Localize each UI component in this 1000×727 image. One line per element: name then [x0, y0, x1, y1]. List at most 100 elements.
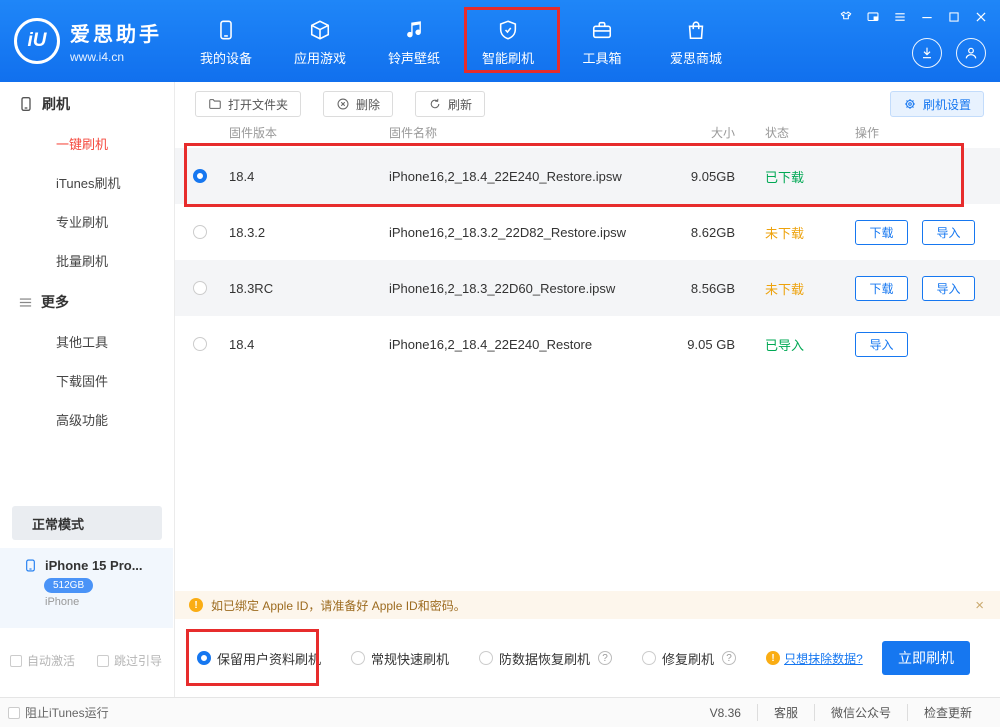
- column-size: 大小: [710, 126, 735, 140]
- radio-unselected[interactable]: [642, 651, 657, 665]
- skip-setup-checkbox[interactable]: 跳过引导: [97, 652, 162, 669]
- nav-item-mall[interactable]: 爱思商城: [664, 19, 728, 67]
- checkbox-label: 跳过引导: [114, 654, 163, 668]
- nav-label: 工具箱: [582, 51, 622, 66]
- erase-data-link[interactable]: 只想抹除数据?: [784, 650, 863, 667]
- nav-item-ringtones-wallpapers[interactable]: 铃声壁纸: [382, 19, 446, 67]
- sidebar-item-other-tools[interactable]: 其他工具: [0, 322, 174, 361]
- auto-activate-checkbox[interactable]: 自动激活: [10, 652, 75, 669]
- warning-icon: !: [766, 651, 781, 665]
- firmware-version: 18.4: [229, 336, 255, 352]
- radio-cell: [175, 225, 221, 239]
- row-actions: 下载 导入: [840, 219, 1000, 245]
- checkbox-icon: [8, 706, 20, 719]
- sidebar-item-advanced[interactable]: 高级功能: [0, 400, 174, 439]
- flash-now-button[interactable]: 立即刷机: [882, 641, 970, 675]
- firmware-name: iPhone16,2_18.3.2_22D82_Restore.ipsw: [389, 224, 627, 240]
- checkbox-label: 阻止iTunes运行: [25, 706, 109, 720]
- download-manager-button[interactable]: [912, 38, 942, 68]
- section-title: 更多: [41, 294, 69, 310]
- option-normal-quick-flash[interactable]: 常规快速刷机: [351, 649, 449, 668]
- firmware-size: 8.62GB: [690, 224, 735, 240]
- wechat-account-link[interactable]: 微信公众号: [813, 704, 907, 721]
- download-button[interactable]: 下载: [855, 275, 908, 301]
- block-itunes-checkbox[interactable]: 阻止iTunes运行: [8, 704, 109, 721]
- flash-settings-button[interactable]: 刷机设置: [889, 91, 984, 117]
- nav-item-my-devices[interactable]: 我的设备: [194, 19, 258, 67]
- column-status: 状态: [765, 126, 790, 140]
- help-icon[interactable]: ?: [598, 651, 613, 665]
- option-anti-data-recovery-flash[interactable]: 防数据恢复刷机 ?: [479, 649, 613, 668]
- close-icon[interactable]: [974, 10, 988, 24]
- nav-label: 智能刷机: [481, 51, 534, 66]
- table-row[interactable]: 18.3RC iPhone16,2_18.3_22D60_Restore.ips…: [175, 260, 1000, 316]
- open-folder-button[interactable]: 打开文件夹: [195, 91, 302, 117]
- menu-icon[interactable]: [893, 10, 907, 24]
- minimize-icon[interactable]: [920, 10, 934, 24]
- option-keep-user-data[interactable]: 保留用户资料刷机: [197, 649, 321, 668]
- download-button[interactable]: 下载: [855, 219, 908, 245]
- help-icon[interactable]: ?: [722, 651, 737, 665]
- float-window-icon[interactable]: [866, 10, 880, 24]
- cube-icon: [309, 19, 331, 41]
- window-controls: [839, 10, 988, 24]
- firmware-name: iPhone16,2_18.4_22E240_Restore.ipsw: [389, 168, 622, 184]
- radio-unselected[interactable]: [193, 281, 207, 295]
- nav-item-toolbox[interactable]: 工具箱: [570, 19, 634, 67]
- header-quick-buttons: [912, 38, 986, 68]
- radio-unselected[interactable]: [351, 651, 366, 665]
- sidebar-item-batch-flash[interactable]: 批量刷机: [0, 241, 174, 280]
- radio-selected[interactable]: [193, 169, 207, 183]
- sidebar-item-itunes-flash[interactable]: iTunes刷机: [0, 163, 174, 202]
- radio-unselected[interactable]: [193, 225, 207, 239]
- notice-close-icon[interactable]: ×: [975, 597, 984, 614]
- toolbar: 打开文件夹 删除 刷新 刷机设置: [175, 82, 1000, 117]
- radio-selected[interactable]: [197, 651, 211, 665]
- nav-item-apps-games[interactable]: 应用游戏: [288, 19, 352, 67]
- header: iU 爱思助手 www.i4.cn 我的设备 应用游戏 铃声壁纸 智能刷机 工具…: [0, 0, 1000, 82]
- row-actions: 导入: [840, 331, 1000, 357]
- apple-id-notice: ! 如已绑定 Apple ID，请准备好 Apple ID和密码。 ×: [175, 591, 1000, 619]
- skin-icon[interactable]: [839, 10, 853, 24]
- firmware-version: 18.4: [229, 168, 255, 184]
- option-label: 防数据恢复刷机: [499, 651, 591, 667]
- shield-icon: [497, 19, 519, 41]
- device-name: iPhone 15 Pro...: [45, 558, 143, 573]
- main-content: 打开文件夹 删除 刷新 刷机设置 固件版本 固件名称 大小 状态 操作 18.4…: [175, 82, 1000, 697]
- radio-unselected[interactable]: [193, 337, 207, 351]
- sidebar-item-one-click-flash[interactable]: 一键刷机: [0, 124, 174, 163]
- delete-button[interactable]: 删除: [323, 91, 394, 117]
- sidebar-item-pro-flash[interactable]: 专业刷机: [0, 202, 174, 241]
- hamburger-icon: [18, 295, 33, 310]
- user-account-button[interactable]: [956, 38, 986, 68]
- nav-item-smart-flash[interactable]: 智能刷机: [476, 19, 540, 67]
- import-button[interactable]: 导入: [922, 219, 975, 245]
- device-card[interactable]: iPhone 15 Pro... 512GB iPhone: [0, 548, 173, 628]
- refresh-icon: [428, 97, 442, 111]
- user-icon: [963, 45, 979, 61]
- nav-label: 我的设备: [199, 51, 252, 66]
- sidebar-item-download-firmware[interactable]: 下载固件: [0, 361, 174, 400]
- import-button[interactable]: 导入: [855, 331, 908, 357]
- import-button[interactable]: 导入: [922, 275, 975, 301]
- checkbox-icon: [97, 654, 110, 667]
- refresh-button[interactable]: 刷新: [415, 91, 486, 117]
- gear-icon: [903, 97, 917, 111]
- radio-unselected[interactable]: [479, 651, 494, 665]
- table-header: 固件版本 固件名称 大小 状态 操作: [175, 117, 1000, 148]
- sidebar-checkboxes: 自动激活 跳过引导: [10, 652, 162, 669]
- maximize-icon[interactable]: [947, 10, 961, 24]
- table-row[interactable]: 18.4 iPhone16,2_18.4_22E240_Restore 9.05…: [175, 316, 1000, 372]
- device-row: iPhone 15 Pro...: [24, 558, 173, 573]
- option-repair-flash[interactable]: 修复刷机 ?: [642, 649, 737, 668]
- normal-mode-button[interactable]: 正常模式: [12, 506, 162, 540]
- notice-text: 如已绑定 Apple ID，请准备好 Apple ID和密码。: [211, 598, 466, 613]
- table-row[interactable]: 18.4 iPhone16,2_18.4_22E240_Restore.ipsw…: [175, 148, 1000, 204]
- firmware-version: 18.3RC: [229, 280, 274, 296]
- customer-service-link[interactable]: 客服: [756, 704, 814, 721]
- table-row[interactable]: 18.3.2 iPhone16,2_18.3.2_22D82_Restore.i…: [175, 204, 1000, 260]
- download-icon: [919, 45, 935, 61]
- logo-icon: iU: [14, 18, 60, 64]
- check-update-link[interactable]: 检查更新: [906, 704, 988, 721]
- radio-cell: [175, 169, 221, 183]
